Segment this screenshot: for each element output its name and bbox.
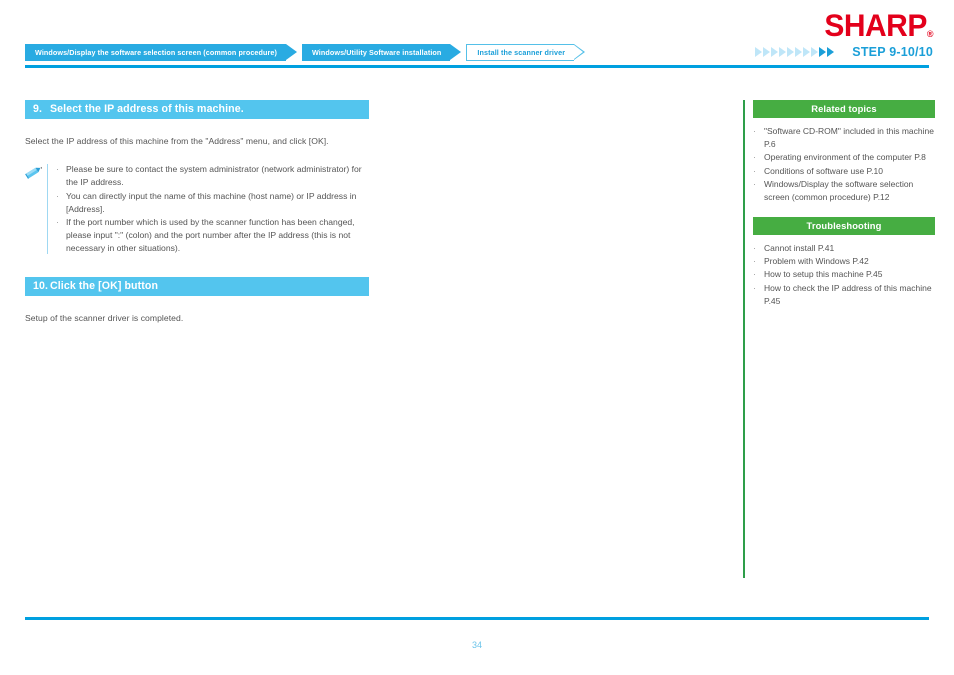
- list-item-label: Cannot install P.41: [764, 243, 835, 254]
- step-header-10: 10. Click the [OK] button: [25, 277, 369, 297]
- panel-list-related-topics: · "Software CD-ROM" included in this mac…: [753, 125, 935, 204]
- note-item-text: Please be sure to contact the system adm…: [66, 164, 362, 188]
- main-content: 9. Select the IP address of this machine…: [25, 100, 370, 325]
- breadcrumb-item-1-label: Windows/Display the software selection s…: [35, 48, 277, 57]
- step-body-9: Select the IP address of this machine fr…: [25, 136, 329, 146]
- step-header-9: 9. Select the IP address of this machine…: [25, 100, 369, 119]
- list-item-label: Problem with Windows P.42: [764, 256, 869, 267]
- list-item-label: Operating environment of the computer P.…: [764, 152, 926, 163]
- progress-triangle-open-icon: [787, 47, 795, 57]
- list-bullet-icon: ·: [753, 243, 756, 254]
- step-progress: STEP 9-10/10: [755, 43, 933, 61]
- panel-list-troubleshooting: · Cannot install P.41 · Problem with Win…: [753, 242, 935, 308]
- progress-triangle-filled-icon: [827, 47, 835, 57]
- progress-triangle-open-icon: [771, 47, 779, 57]
- progress-triangle-filled-icon: [819, 47, 827, 57]
- note-list-item: · Please be sure to contact the system a…: [56, 163, 370, 188]
- registered-mark-icon: ®: [926, 28, 934, 40]
- panel-spacer: [753, 204, 935, 217]
- breadcrumb-item-1[interactable]: Windows/Display the software selection s…: [25, 44, 297, 61]
- list-item-label: How to check the IP address of this mach…: [764, 282, 932, 306]
- sidebar: Related topics · "Software CD-ROM" inclu…: [753, 100, 935, 308]
- list-bullet-icon: ·: [753, 165, 756, 176]
- list-item-label: How to setup this machine P.45: [764, 269, 883, 280]
- list-item[interactable]: · How to check the IP address of this ma…: [753, 282, 935, 308]
- note-box: · Please be sure to contact the system a…: [25, 163, 370, 255]
- step-title-10: Click the [OK] button: [50, 280, 159, 293]
- breadcrumb-item-3-label: Install the scanner driver: [477, 48, 566, 57]
- list-item-label: Windows/Display the software selection s…: [764, 178, 914, 202]
- list-item[interactable]: · "Software CD-ROM" included in this mac…: [753, 125, 935, 151]
- list-bullet-icon: ·: [753, 282, 756, 293]
- panel-header-troubleshooting: Troubleshooting: [753, 217, 935, 236]
- progress-triangle-open-icon: [795, 47, 803, 57]
- sharp-logo-text: SHARP: [824, 8, 927, 44]
- note-bullet-icon: ·: [56, 164, 59, 175]
- list-item[interactable]: · How to setup this machine P.45: [753, 268, 935, 281]
- breadcrumb-item-2-label: Windows/Utility Software installation: [311, 48, 442, 57]
- list-item[interactable]: · Cannot install P.41: [753, 242, 935, 255]
- list-item[interactable]: · Windows/Display the software selection…: [753, 178, 935, 204]
- progress-triangles: [755, 47, 835, 57]
- step-body-10: Setup of the scanner driver is completed…: [25, 313, 184, 324]
- sharp-logo: SHARP®: [824, 8, 934, 44]
- list-bullet-icon: ·: [753, 178, 756, 189]
- note-list: · Please be sure to contact the system a…: [48, 163, 370, 255]
- list-item-label: "Software CD-ROM" included in this machi…: [764, 126, 934, 150]
- list-bullet-icon: ·: [753, 256, 756, 267]
- step-number-10: 10.: [33, 280, 49, 293]
- progress-triangle-open-icon: [803, 47, 811, 57]
- list-bullet-icon: ·: [753, 152, 756, 163]
- page-number: 34: [471, 640, 482, 650]
- note-list-item: · If the port number which is used by th…: [56, 216, 370, 254]
- note-item-text: You can directly input the name of this …: [66, 190, 357, 214]
- sidebar-accent-rule: [743, 100, 745, 578]
- breadcrumb-item-2[interactable]: Windows/Utility Software installation: [301, 44, 462, 61]
- progress-triangle-open-icon: [811, 47, 819, 57]
- page-header: SHARP® Windows/Display the software sele…: [0, 0, 954, 70]
- list-item[interactable]: · Conditions of software use P.10: [753, 165, 935, 178]
- progress-triangle-open-icon: [763, 47, 771, 57]
- list-item[interactable]: · Problem with Windows P.42: [753, 255, 935, 268]
- breadcrumb: Windows/Display the software selection s…: [25, 44, 590, 61]
- panel-header-related-topics: Related topics: [753, 100, 935, 118]
- step-title-9: Select the IP address of this machine.: [50, 103, 244, 115]
- list-bullet-icon: ·: [753, 269, 756, 280]
- breadcrumb-item-3[interactable]: Install the scanner driver: [466, 44, 585, 61]
- footer-divider: [25, 617, 929, 620]
- list-item[interactable]: · Operating environment of the computer …: [753, 151, 935, 164]
- header-divider: [25, 65, 929, 68]
- step-number-9: 9.: [33, 103, 43, 115]
- note-list-item: · You can directly input the name of thi…: [56, 190, 370, 215]
- note-item-text: If the port number which is used by the …: [66, 217, 355, 253]
- note-bullet-icon: ·: [56, 190, 59, 201]
- note-bullet-icon: ·: [56, 217, 59, 228]
- list-item-label: Conditions of software use P.10: [764, 165, 883, 176]
- pencil-note-icon: [25, 163, 47, 185]
- progress-triangle-open-icon: [779, 47, 787, 57]
- list-bullet-icon: ·: [753, 126, 756, 136]
- step-indicator-label: STEP 9-10/10: [852, 45, 933, 59]
- progress-triangle-open-icon: [755, 47, 763, 57]
